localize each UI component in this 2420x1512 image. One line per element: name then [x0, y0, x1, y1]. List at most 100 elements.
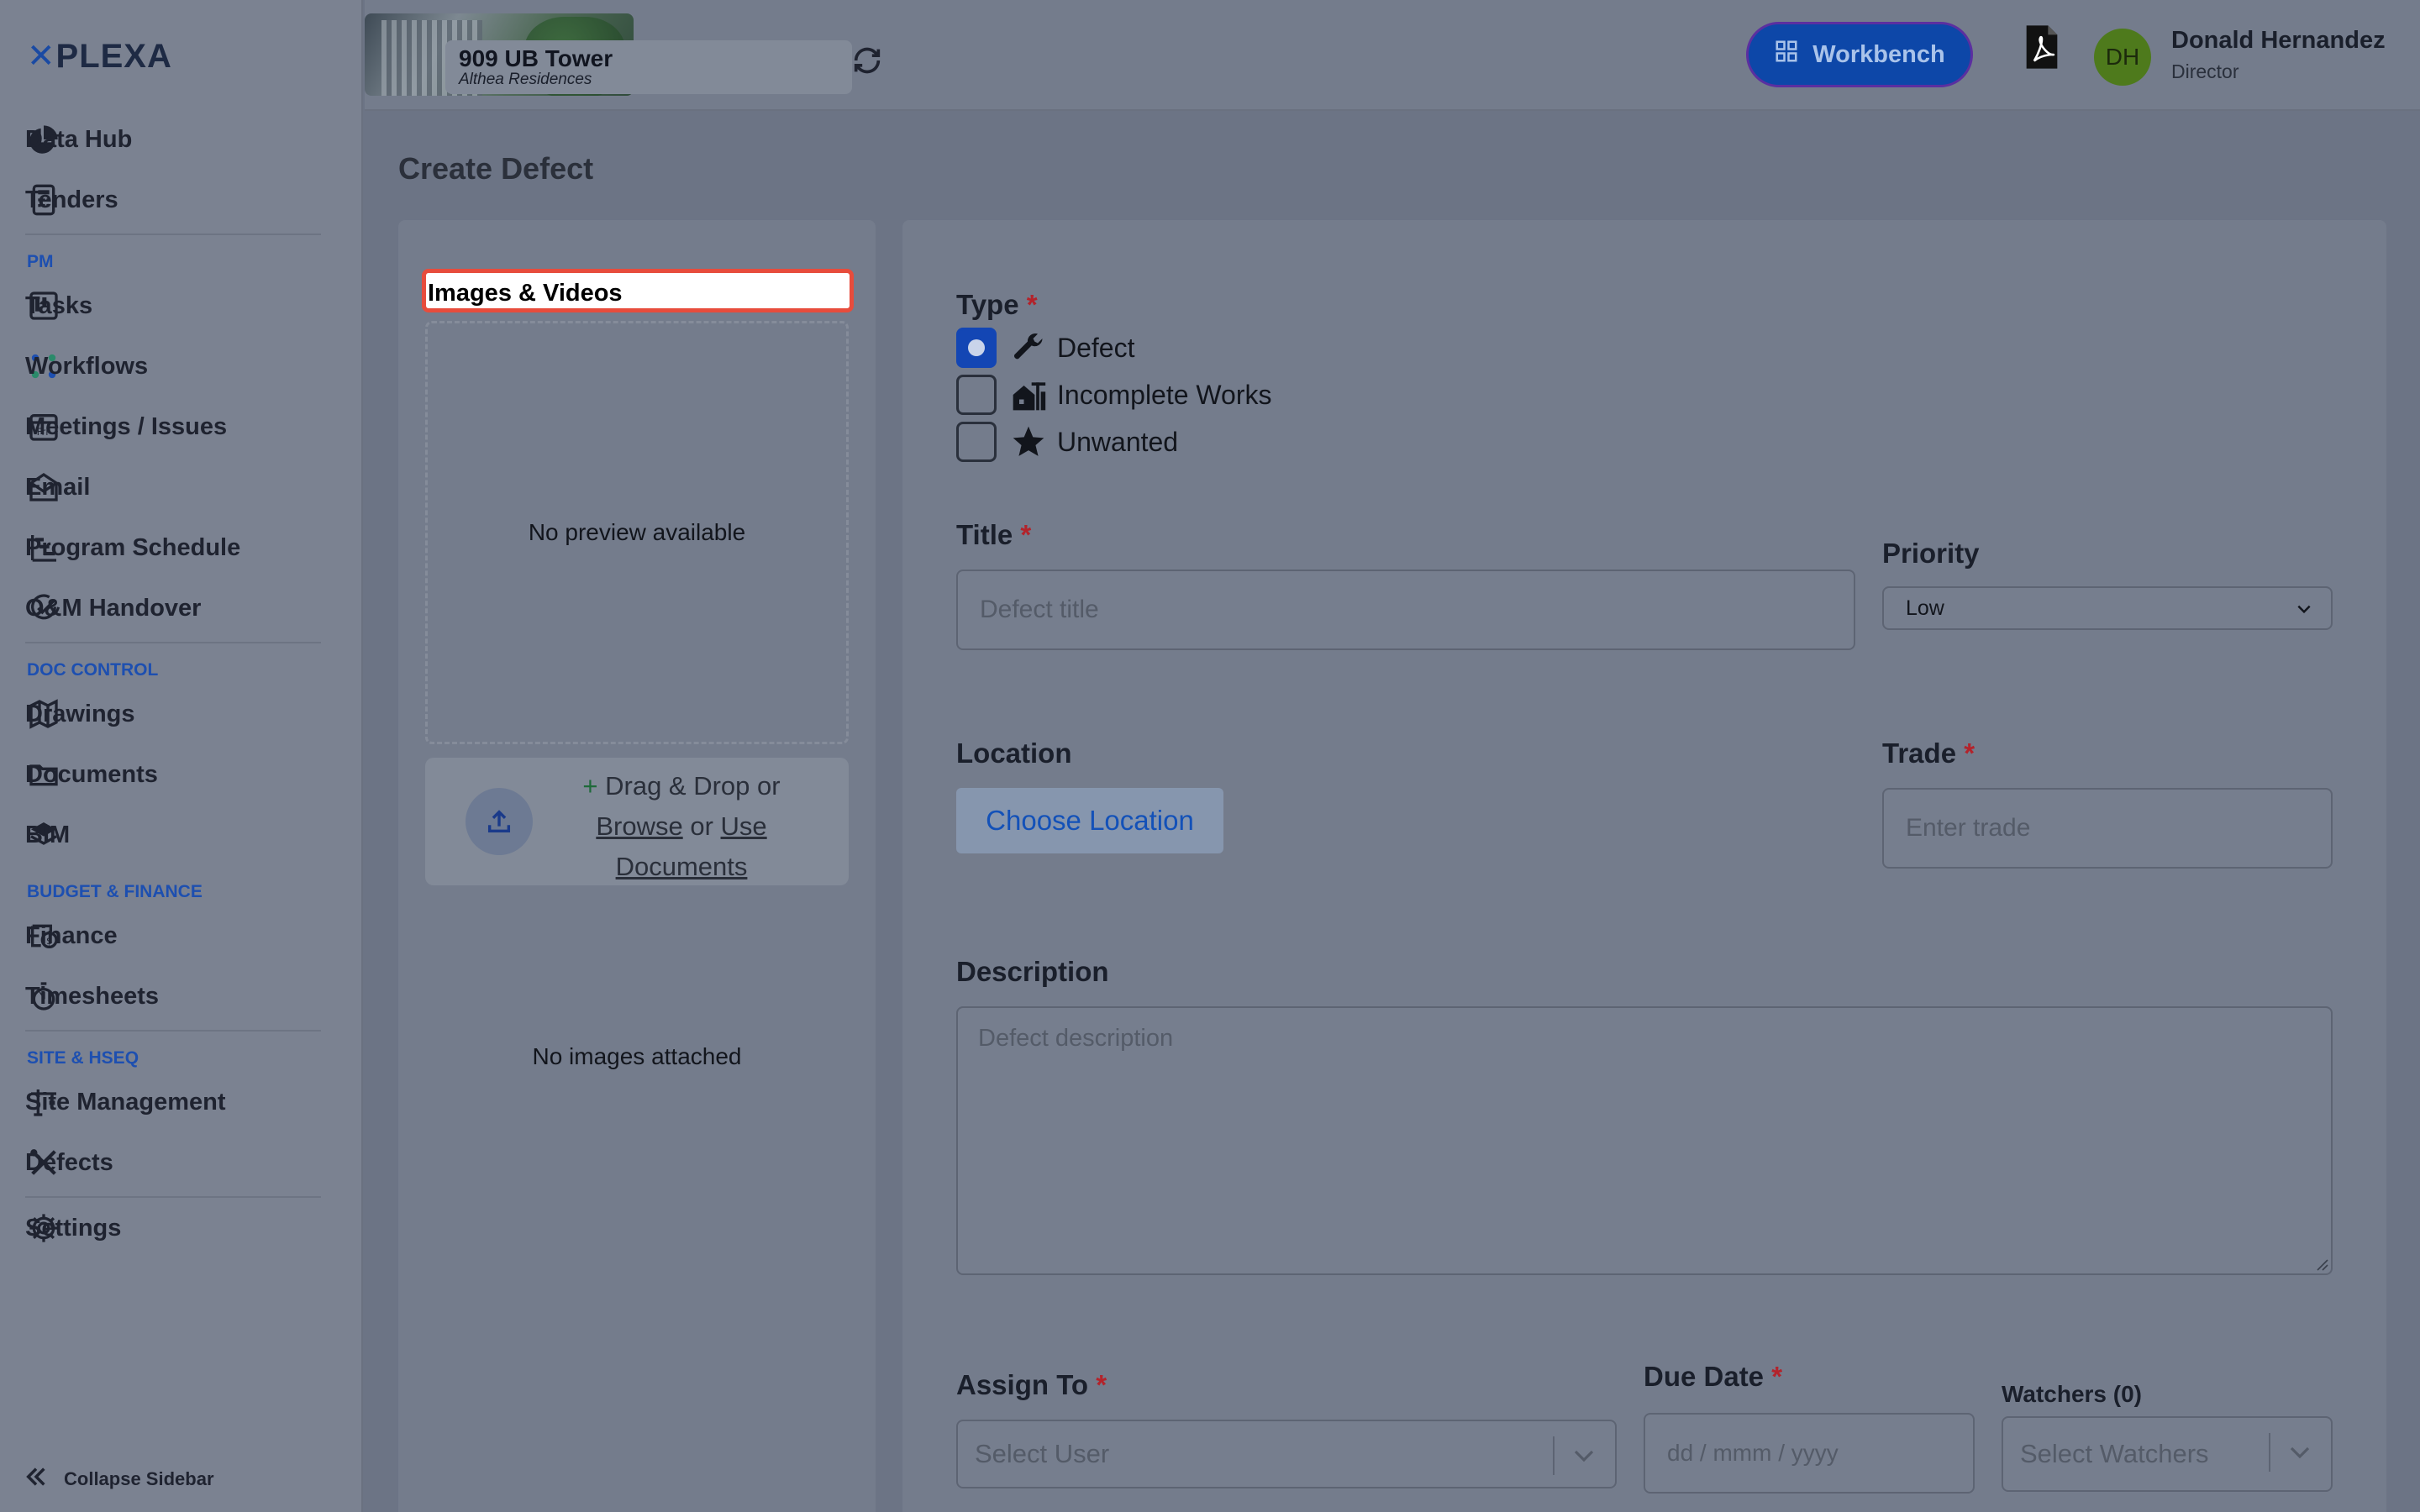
due-label-text: Due Date	[1644, 1361, 1765, 1392]
divider	[25, 1030, 321, 1032]
plexa-logo[interactable]: ✕PLEXA	[27, 37, 172, 76]
sidebar-item-label: Tenders	[25, 186, 118, 213]
sidebar-item-label: Program Schedule	[25, 533, 241, 561]
checked-dot	[968, 339, 985, 356]
workbench-button[interactable]: Workbench	[1746, 22, 1973, 87]
assign-user-select[interactable]: Select User	[956, 1420, 1617, 1488]
user-role: Director	[2171, 60, 2239, 82]
assign-label-text: Assign To	[956, 1369, 1089, 1400]
sidebar-item-workflows[interactable]: Workflows	[0, 336, 363, 396]
title-label: Title *	[956, 519, 1031, 551]
sidebar-item-email[interactable]: Email	[0, 457, 363, 517]
resize-handle-icon[interactable]	[2314, 1257, 2329, 1276]
grid-icon	[1774, 39, 1812, 71]
sidebar-item-label: Email	[25, 473, 91, 501]
sidebar-item-program-schedule[interactable]: Program Schedule	[0, 517, 363, 578]
preview-empty-text: No preview available	[528, 519, 746, 545]
sidebar-item-label: Data Hub	[25, 125, 133, 153]
collapse-sidebar-button[interactable]: Collapse Sidebar	[24, 1465, 214, 1493]
type-option-incomplete-works[interactable]: Incomplete Works	[956, 375, 1272, 415]
sidebar-item-drawings[interactable]: Drawings	[0, 684, 363, 744]
plus-icon: +	[582, 771, 598, 801]
priority-select[interactable]: Low	[1882, 586, 2333, 630]
divider	[25, 642, 321, 643]
star-icon	[1010, 423, 1047, 460]
logo-text: PLEXA	[55, 38, 172, 75]
sidebar-item-meetings[interactable]: Fri Meetings / Issues	[0, 396, 363, 457]
logo-mark-icon: ✕	[27, 38, 56, 75]
section-title-doc-control: DOC CONTROL	[27, 660, 159, 680]
trade-label-text: Trade	[1882, 738, 1957, 769]
type-checkbox-incomplete-works[interactable]	[956, 375, 997, 415]
assign-to-label: Assign To *	[956, 1369, 1107, 1401]
project-selector[interactable]: 909 UB Tower Althea Residences	[445, 40, 852, 94]
browse-link[interactable]: Browse	[596, 811, 682, 841]
upload-dropzone[interactable]: + Drag & Drop or Browse or Use Documents	[425, 758, 849, 885]
sidebar-item-site-management[interactable]: Site Management	[0, 1072, 363, 1132]
sidebar-nav: Data Hub Tenders PM Tasks Workflows Fri …	[0, 109, 363, 1258]
top-bar: 909 UB Tower Althea Residences Workbench…	[365, 0, 2420, 111]
required-mark: *	[1096, 1369, 1107, 1400]
drag-drop-text: Drag & Drop or	[605, 771, 781, 801]
wrench-icon	[1010, 329, 1047, 366]
sidebar: ✕PLEXA Data Hub Tenders PM Tasks Workflo…	[0, 0, 363, 1512]
watchers-select[interactable]: Select Watchers	[2002, 1416, 2333, 1492]
media-section-title: Images & Videos	[422, 269, 854, 312]
trade-label: Trade *	[1882, 738, 1975, 769]
or-text: or	[690, 811, 713, 841]
pdf-icon[interactable]	[2023, 24, 2060, 71]
refresh-icon[interactable]	[850, 44, 884, 77]
project-subtitle: Althea Residences	[459, 71, 592, 88]
divider	[1553, 1436, 1555, 1475]
watchers-placeholder: Select Watchers	[2020, 1439, 2209, 1468]
required-mark: *	[1771, 1361, 1783, 1392]
house-crane-icon	[1010, 376, 1047, 413]
required-mark: *	[1020, 519, 1032, 550]
collapse-sidebar-label: Collapse Sidebar	[64, 1467, 214, 1489]
chevrons-left-icon	[24, 1465, 49, 1493]
avatar[interactable]: DH	[2094, 29, 2151, 86]
sidebar-item-label: Tasks	[25, 291, 93, 319]
project-name: 909 UB Tower	[459, 45, 613, 71]
workbench-label: Workbench	[1812, 40, 1945, 68]
user-name: Donald Hernandez	[2171, 27, 2386, 54]
sidebar-item-label: Settings	[25, 1214, 122, 1242]
sidebar-item-label: Workflows	[25, 352, 149, 380]
section-title-site-hseq: SITE & HSEQ	[27, 1048, 139, 1068]
required-mark: *	[1026, 289, 1038, 320]
title-label-text: Title	[956, 519, 1013, 550]
sidebar-item-label: Finance	[25, 921, 118, 949]
sidebar-item-settings[interactable]: Settings	[0, 1198, 363, 1258]
trade-input[interactable]: Enter trade	[1882, 788, 2333, 869]
sidebar-item-om-handover[interactable]: O&M Handover	[0, 578, 363, 638]
sidebar-item-finance[interactable]: $ Finance	[0, 906, 363, 966]
due-date-input[interactable]: dd / mmm / yyyy	[1644, 1413, 1975, 1494]
chevron-down-icon	[2296, 596, 2312, 621]
title-input[interactable]: Defect title	[956, 570, 1855, 650]
sidebar-item-label: BIM	[25, 821, 71, 848]
type-label: Type *	[956, 289, 1038, 321]
type-option-unwanted[interactable]: Unwanted	[956, 422, 1178, 462]
choose-location-button[interactable]: Choose Location	[956, 788, 1223, 853]
sidebar-item-data-hub[interactable]: Data Hub	[0, 109, 363, 170]
description-label: Description	[956, 956, 1109, 987]
type-checkbox-defect[interactable]	[956, 328, 997, 368]
required-mark: *	[1964, 738, 1975, 769]
description-textarea[interactable]: Defect description	[956, 1006, 2333, 1275]
sidebar-item-defects[interactable]: Defects	[0, 1132, 363, 1193]
sidebar-item-tenders[interactable]: Tenders	[0, 170, 363, 230]
type-option-defect[interactable]: Defect	[956, 328, 1134, 368]
type-checkbox-unwanted[interactable]	[956, 422, 997, 462]
no-images-text: No images attached	[532, 1043, 742, 1069]
sidebar-item-tasks[interactable]: Tasks	[0, 276, 363, 336]
divider	[25, 234, 321, 235]
sidebar-item-documents[interactable]: Documents	[0, 744, 363, 805]
type-label-text: Type	[956, 289, 1019, 320]
sidebar-item-bim[interactable]: BIM	[0, 805, 363, 865]
location-label: Location	[956, 738, 1072, 769]
sidebar-item-label: Documents	[25, 760, 158, 788]
section-title-pm: PM	[27, 252, 54, 271]
type-option-label: Unwanted	[1057, 426, 1179, 457]
divider	[2269, 1433, 2270, 1472]
sidebar-item-timesheets[interactable]: Timesheets	[0, 966, 363, 1026]
